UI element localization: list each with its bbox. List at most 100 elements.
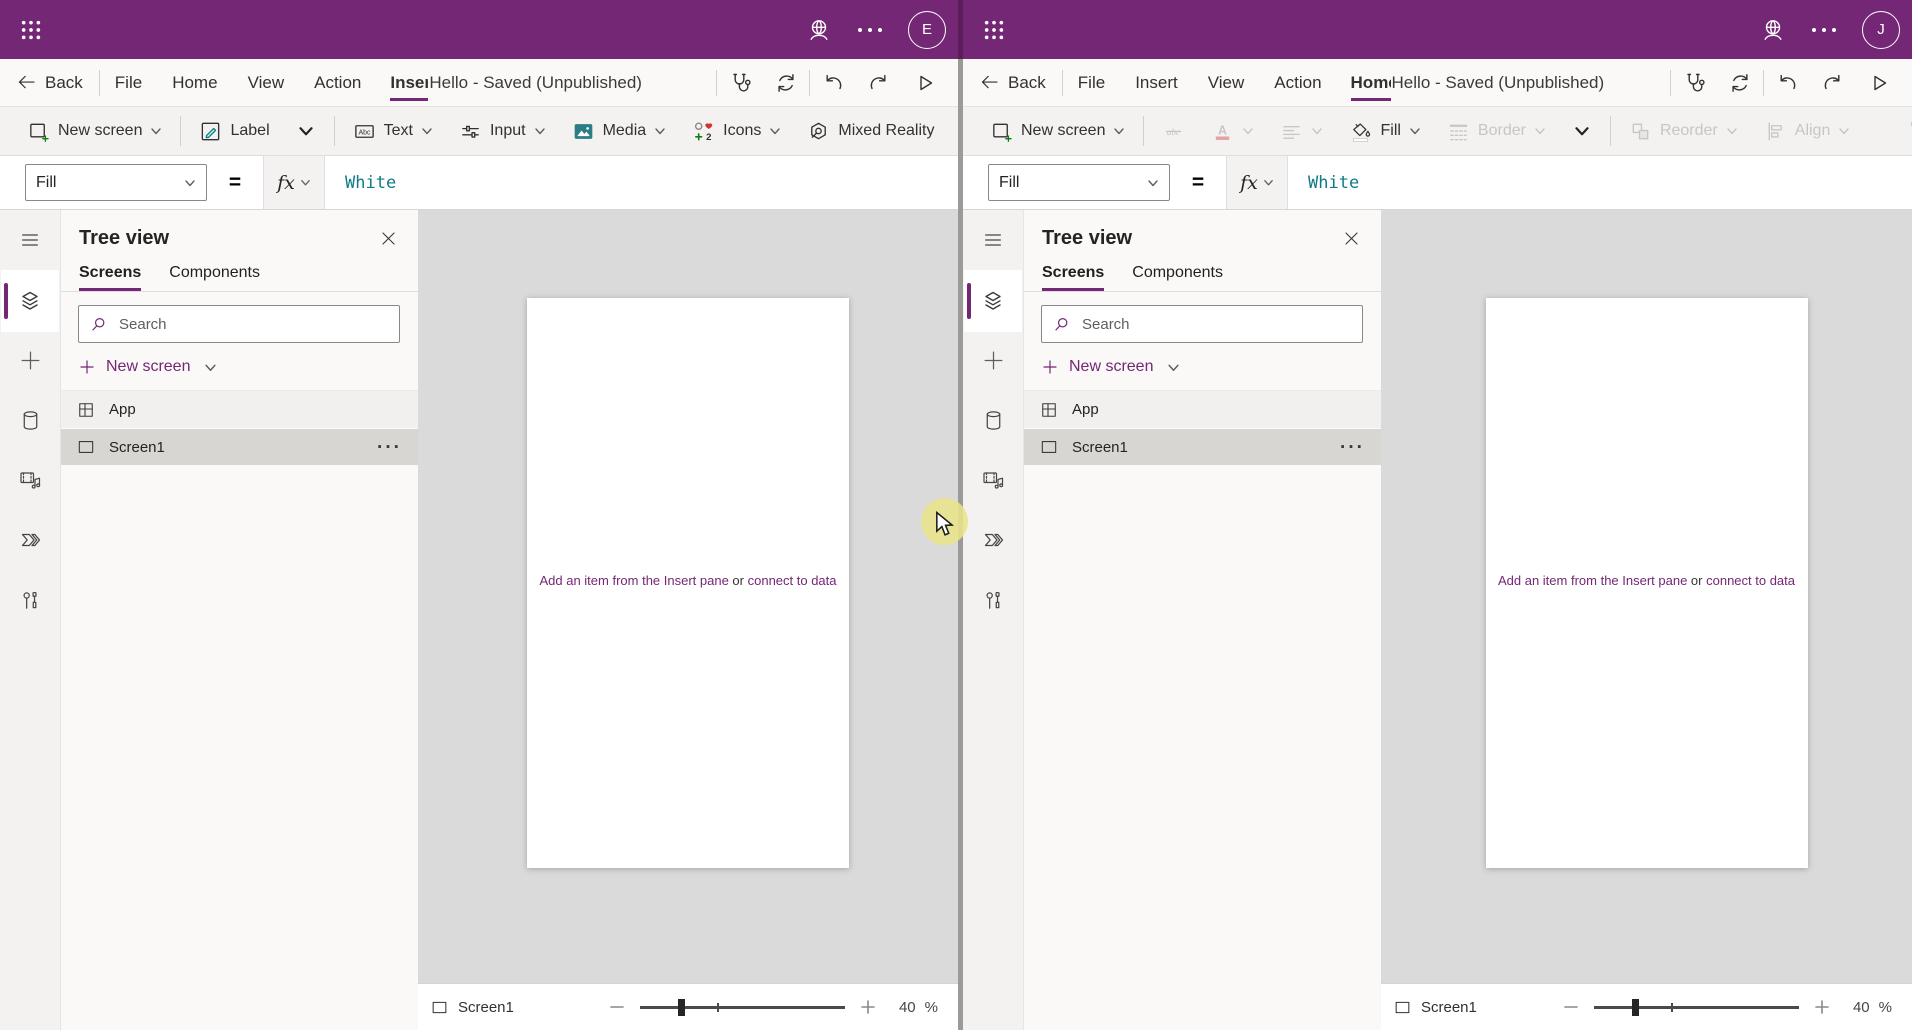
web-contact-icon[interactable] [1760,17,1786,43]
insert-rail-button[interactable] [969,336,1017,384]
menu-tab-view[interactable]: View [1193,59,1260,106]
power-automate-rail-button[interactable] [6,516,54,564]
input-menu-button[interactable]: Input [446,120,559,143]
avatar[interactable]: E [908,11,946,49]
mixed-reality-menu-button[interactable]: Mixed Reality [794,120,947,143]
tree-row-app[interactable]: App [61,391,418,428]
back-button[interactable]: Back [0,59,99,106]
formula-input[interactable]: White [1288,156,1912,209]
app-checker-button[interactable] [717,59,763,106]
border-button: Border [1434,120,1559,143]
web-contact-icon[interactable] [806,17,832,43]
search-input[interactable] [1080,315,1352,334]
tree-row-screen1[interactable]: Screen1 ··· [61,428,418,465]
app-launcher-icon[interactable] [975,11,1013,49]
screen1-artboard[interactable]: Add an item from the Insert pane or conn… [1486,298,1808,868]
zoom-slider-thumb[interactable] [678,999,685,1016]
sync-button[interactable] [1717,59,1763,106]
menu-tab-insert-active[interactable]: Insert [390,59,428,106]
menu-tab-file[interactable]: File [100,59,157,106]
expand-chevron-icon[interactable] [1559,120,1605,142]
tree-row-screen1[interactable]: Screen1 ··· [1024,428,1381,465]
back-button[interactable]: Back [963,59,1062,106]
fx-button[interactable]: fx [1226,156,1288,209]
app-grid-icon [76,400,96,420]
icons-menu-button[interactable]: 2 Icons [679,120,794,143]
new-screen-button[interactable]: New screen [14,120,175,143]
menu-tab-insert[interactable]: Insert [1120,59,1193,106]
tree-row-app[interactable]: App [1024,391,1381,428]
fx-button[interactable]: fx [263,156,325,209]
media-menu-button[interactable]: Media [559,120,680,143]
zoom-slider[interactable] [640,1006,845,1009]
new-screen-button[interactable]: New screen [977,120,1138,143]
app-launcher-icon[interactable] [12,11,50,49]
zoom-slider-thumb[interactable] [1632,999,1639,1016]
menu-tab-action[interactable]: Action [1259,59,1336,106]
advanced-tools-rail-button[interactable] [969,576,1017,624]
connect-to-data-link[interactable]: connect to data [1706,573,1795,588]
zoom-in-button[interactable] [860,999,876,1015]
zoom-slider[interactable] [1594,1006,1799,1009]
label-button[interactable]: Label [186,120,282,143]
insert-rail-button[interactable] [6,336,54,384]
insert-pane-link[interactable]: Add an item from the Insert pane [1498,573,1687,588]
expand-chevron-icon[interactable] [283,120,329,142]
formula-input[interactable]: White [325,156,958,209]
avatar[interactable]: J [1862,11,1900,49]
more-icon[interactable] [858,28,882,32]
menu-tab-action[interactable]: Action [299,59,376,106]
menu-tab-home[interactable]: Home [157,59,232,106]
media-rail-button[interactable] [6,456,54,504]
zoom-out-button[interactable] [1563,999,1579,1015]
close-icon[interactable] [379,229,398,248]
zoom-in-button[interactable] [1814,999,1830,1015]
menu-tab-view[interactable]: View [233,59,300,106]
tree-view-rail-button[interactable] [1,270,59,332]
advanced-tools-rail-button[interactable] [6,576,54,624]
menu-tab-file[interactable]: File [1063,59,1120,106]
row-overflow-button[interactable]: ··· [1340,438,1365,457]
media-rail-button[interactable] [969,456,1017,504]
text-menu-button[interactable]: Abc Text [340,120,446,143]
empty-screen-hint: Add an item from the Insert pane or conn… [1486,573,1808,588]
redo-button[interactable] [856,59,902,106]
menu-tab-home-active[interactable]: Home [1351,59,1391,106]
design-canvas: Add an item from the Insert pane or conn… [1381,210,1912,983]
tab-components[interactable]: Components [1132,260,1223,291]
tab-screens[interactable]: Screens [1042,260,1104,291]
menu-bar: Back File Home View Action Insert Hello … [0,59,958,107]
sync-button[interactable] [763,59,809,106]
status-bar: Screen1 40% [418,983,958,1030]
screen1-artboard[interactable]: Add an item from the Insert pane or conn… [527,298,849,868]
new-screen-tree-button[interactable]: New screen [61,343,418,391]
property-selector[interactable]: Fill [988,164,1170,201]
app-checker-button[interactable] [1671,59,1717,106]
data-rail-button[interactable] [969,396,1017,444]
ribbon-home: New screen abc A [963,107,1912,156]
tab-screens[interactable]: Screens [79,260,141,291]
tree-view-rail-button[interactable] [964,270,1022,332]
insert-pane-link[interactable]: Add an item from the Insert pane [539,573,728,588]
more-icon[interactable] [1812,28,1836,32]
data-rail-button[interactable] [6,396,54,444]
close-icon[interactable] [1342,229,1361,248]
undo-button[interactable] [810,59,856,106]
app-grid-icon [1039,400,1059,420]
fill-button[interactable]: Fill [1336,120,1433,143]
zoom-out-button[interactable] [609,999,625,1015]
group-button [1895,119,1912,143]
play-button[interactable] [1856,59,1902,106]
tab-components[interactable]: Components [169,260,260,291]
undo-button[interactable] [1764,59,1810,106]
hamburger-icon[interactable] [969,216,1017,264]
property-selector[interactable]: Fill [25,164,207,201]
power-automate-rail-button[interactable] [969,516,1017,564]
connect-to-data-link[interactable]: connect to data [748,573,837,588]
search-input[interactable] [117,315,389,334]
new-screen-tree-button[interactable]: New screen [1024,343,1381,391]
play-button[interactable] [902,59,948,106]
row-overflow-button[interactable]: ··· [377,438,402,457]
hamburger-icon[interactable] [6,216,54,264]
redo-button[interactable] [1810,59,1856,106]
